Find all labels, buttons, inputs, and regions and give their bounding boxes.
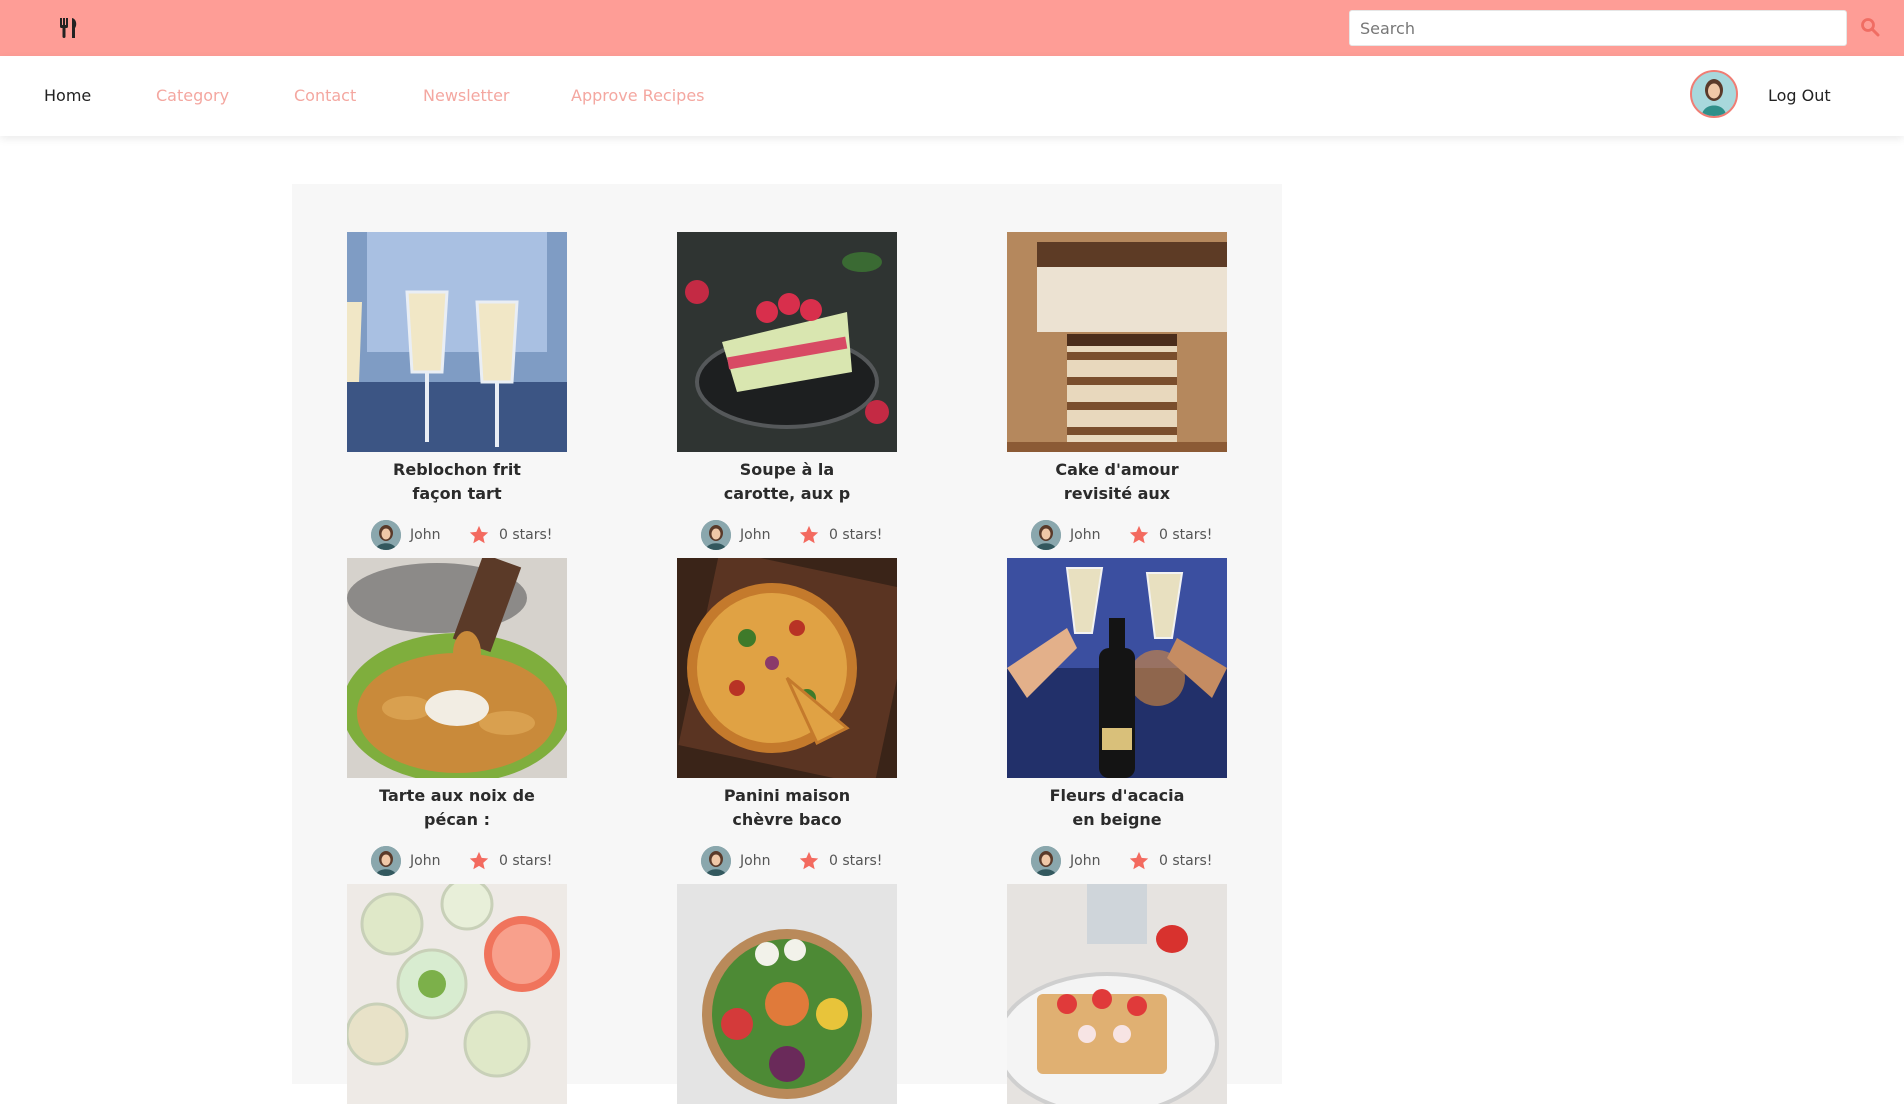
profile-avatar[interactable] xyxy=(1690,70,1738,118)
avatar xyxy=(371,520,401,550)
star-icon xyxy=(799,851,819,870)
recipe-title[interactable]: Cake d'amour revisité aux xyxy=(1007,458,1227,506)
recipe-image[interactable] xyxy=(347,232,567,452)
recipe-meta: John 0 stars! xyxy=(677,520,897,550)
author-name: John xyxy=(740,527,771,543)
author-name: John xyxy=(740,853,771,869)
avatar xyxy=(1031,520,1061,550)
recipe-title[interactable]: Soupe à la carotte, aux p xyxy=(677,458,897,506)
recipe-title[interactable]: Panini maison chèvre baco xyxy=(677,784,897,832)
recipe-meta: John 0 stars! xyxy=(347,520,567,550)
author-name: John xyxy=(410,853,441,869)
search-input[interactable] xyxy=(1349,10,1847,46)
author-name: John xyxy=(1070,527,1101,543)
recipe-meta: John 0 stars! xyxy=(1007,520,1227,550)
nav-contact[interactable]: Contact xyxy=(294,56,356,136)
utensils-icon[interactable] xyxy=(58,17,80,39)
recipe-meta: John 0 stars! xyxy=(677,846,897,876)
rating-text: 0 stars! xyxy=(1159,527,1213,543)
search-icon[interactable] xyxy=(1860,17,1880,37)
star-icon xyxy=(1129,851,1149,870)
recipe-image[interactable] xyxy=(677,232,897,452)
recipe-title[interactable]: Tarte aux noix de pécan : xyxy=(347,784,567,832)
recipe-title[interactable]: Reblochon frit façon tart xyxy=(347,458,567,506)
star-icon xyxy=(469,525,489,544)
recipe-image[interactable] xyxy=(677,558,897,778)
logout-link[interactable]: Log Out xyxy=(1768,56,1831,136)
avatar xyxy=(701,846,731,876)
rating-text: 0 stars! xyxy=(829,527,883,543)
recipe-image[interactable] xyxy=(1007,558,1227,778)
avatar xyxy=(371,846,401,876)
recipe-image[interactable] xyxy=(1007,232,1227,452)
rating-text: 0 stars! xyxy=(499,527,553,543)
star-icon xyxy=(469,851,489,870)
rating-text: 0 stars! xyxy=(1159,853,1213,869)
rating-text: 0 stars! xyxy=(829,853,883,869)
recipe-image[interactable] xyxy=(347,884,567,1104)
recipe-meta: John 0 stars! xyxy=(347,846,567,876)
nav-newsletter[interactable]: Newsletter xyxy=(423,56,510,136)
top-bar xyxy=(0,0,1904,56)
star-icon xyxy=(1129,525,1149,544)
recipe-image[interactable] xyxy=(677,884,897,1104)
rating-text: 0 stars! xyxy=(499,853,553,869)
star-icon xyxy=(799,525,819,544)
nav-approve-recipes[interactable]: Approve Recipes xyxy=(571,56,705,136)
avatar xyxy=(1031,846,1061,876)
recipe-grid: Reblochon fritfaçon tart John 0 stars! xyxy=(292,184,1282,1104)
nav-home[interactable]: Home xyxy=(44,56,91,136)
main-nav: Home Category Contact Newsletter Approve… xyxy=(0,56,1904,136)
recipe-image[interactable] xyxy=(347,558,567,778)
avatar xyxy=(701,520,731,550)
recipe-meta: John 0 stars! xyxy=(1007,846,1227,876)
recipe-title[interactable]: Fleurs d'acacia en beigne xyxy=(1007,784,1227,832)
author-name: John xyxy=(410,527,441,543)
recipe-image[interactable] xyxy=(1007,884,1227,1104)
user-portrait-icon xyxy=(1692,72,1736,116)
author-name: John xyxy=(1070,853,1101,869)
nav-category[interactable]: Category xyxy=(156,56,229,136)
